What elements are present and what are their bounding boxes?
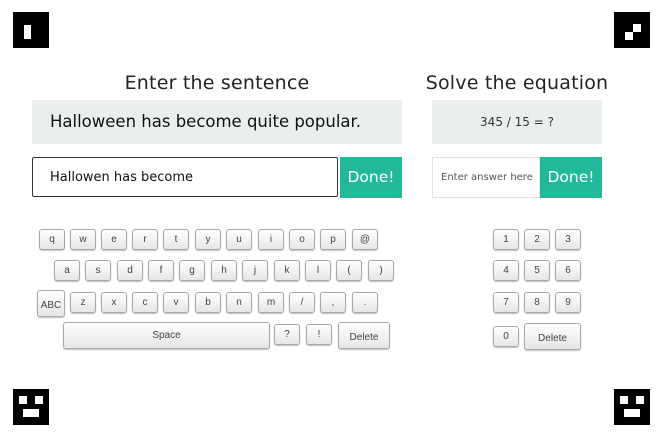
key-7[interactable]: 7 [493, 292, 519, 313]
key-n[interactable]: n [226, 292, 252, 313]
key-j[interactable]: j [242, 260, 268, 281]
target-sentence-box: Halloween has become quite popular. [32, 100, 402, 144]
key-question[interactable]: ? [274, 324, 300, 345]
numpad-delete[interactable]: Delete [524, 323, 581, 350]
key-6[interactable]: 6 [555, 260, 581, 281]
key-g[interactable]: g [179, 260, 205, 281]
key-abc[interactable]: ABC [37, 290, 65, 317]
key-period[interactable]: . [352, 292, 378, 313]
key-c[interactable]: c [132, 292, 158, 313]
corner-marker-bottom-left [13, 389, 49, 425]
key-close-paren[interactable]: ) [368, 260, 394, 281]
equation-task-heading: Solve the equation [425, 72, 609, 94]
key-space[interactable]: Space [63, 322, 270, 349]
key-9[interactable]: 9 [555, 292, 581, 313]
key-h[interactable]: h [211, 260, 237, 281]
key-3[interactable]: 3 [555, 229, 581, 250]
answer-done-button[interactable]: Done! [540, 157, 602, 198]
key-i[interactable]: i [258, 229, 284, 250]
key-v[interactable]: v [163, 292, 189, 313]
key-8[interactable]: 8 [524, 292, 550, 313]
key-at[interactable]: @ [352, 229, 378, 250]
answer-input[interactable]: Enter answer here [432, 157, 540, 198]
key-t[interactable]: t [163, 229, 189, 250]
key-b[interactable]: b [195, 292, 221, 313]
key-0[interactable]: 0 [493, 326, 519, 347]
key-z[interactable]: z [70, 292, 96, 313]
corner-marker-top-left [13, 12, 49, 48]
equation-display: 345 / 15 = ? [432, 100, 602, 144]
sentence-task-heading: Enter the sentence [124, 72, 310, 94]
corner-marker-bottom-right [614, 389, 650, 425]
key-y[interactable]: y [195, 229, 221, 250]
key-m[interactable]: m [258, 292, 284, 313]
key-k[interactable]: k [274, 260, 300, 281]
key-x[interactable]: x [101, 292, 127, 313]
key-o[interactable]: o [289, 229, 315, 250]
key-1[interactable]: 1 [493, 229, 519, 250]
key-p[interactable]: p [320, 229, 346, 250]
corner-marker-top-right [614, 12, 650, 48]
key-f[interactable]: f [148, 260, 174, 281]
key-5[interactable]: 5 [524, 260, 550, 281]
key-exclamation[interactable]: ! [306, 324, 332, 345]
key-l[interactable]: l [305, 260, 331, 281]
key-w[interactable]: w [70, 229, 96, 250]
key-r[interactable]: r [132, 229, 158, 250]
key-d[interactable]: d [117, 260, 143, 281]
key-delete[interactable]: Delete [338, 322, 390, 349]
key-4[interactable]: 4 [493, 260, 519, 281]
sentence-done-button[interactable]: Done! [340, 157, 402, 198]
key-a[interactable]: a [54, 260, 80, 281]
sentence-input[interactable]: Hallowen has become [32, 157, 338, 197]
key-e[interactable]: e [101, 229, 127, 250]
key-q[interactable]: q [39, 229, 65, 250]
key-2[interactable]: 2 [524, 229, 550, 250]
key-open-paren[interactable]: ( [336, 260, 362, 281]
key-comma[interactable]: , [320, 292, 346, 313]
target-sentence: Halloween has become quite popular. [50, 112, 362, 131]
key-u[interactable]: u [226, 229, 252, 250]
key-s[interactable]: s [85, 260, 111, 281]
key-slash[interactable]: / [289, 292, 315, 313]
